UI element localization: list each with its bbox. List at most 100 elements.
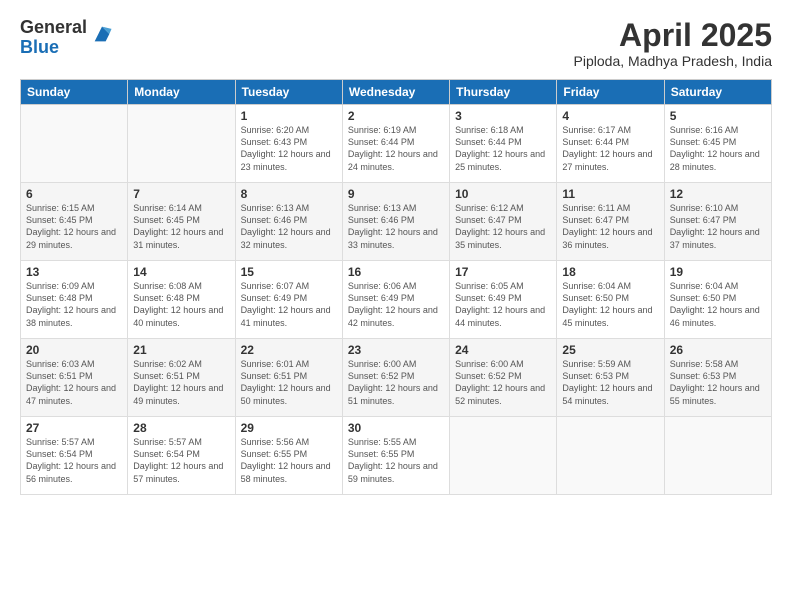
table-row: 3Sunrise: 6:18 AMSunset: 6:44 PMDaylight… bbox=[450, 105, 557, 183]
day-number: 13 bbox=[26, 265, 122, 279]
table-row: 11Sunrise: 6:11 AMSunset: 6:47 PMDayligh… bbox=[557, 183, 664, 261]
table-row: 23Sunrise: 6:00 AMSunset: 6:52 PMDayligh… bbox=[342, 339, 449, 417]
day-info: Sunrise: 6:09 AMSunset: 6:48 PMDaylight:… bbox=[26, 280, 122, 329]
location-subtitle: Piploda, Madhya Pradesh, India bbox=[574, 53, 772, 69]
calendar-week-row: 1Sunrise: 6:20 AMSunset: 6:43 PMDaylight… bbox=[21, 105, 772, 183]
day-info: Sunrise: 5:57 AMSunset: 6:54 PMDaylight:… bbox=[26, 436, 122, 485]
day-number: 10 bbox=[455, 187, 551, 201]
day-number: 4 bbox=[562, 109, 658, 123]
table-row: 7Sunrise: 6:14 AMSunset: 6:45 PMDaylight… bbox=[128, 183, 235, 261]
table-row: 14Sunrise: 6:08 AMSunset: 6:48 PMDayligh… bbox=[128, 261, 235, 339]
day-info: Sunrise: 5:55 AMSunset: 6:55 PMDaylight:… bbox=[348, 436, 444, 485]
table-row bbox=[664, 417, 771, 495]
day-number: 30 bbox=[348, 421, 444, 435]
table-row: 8Sunrise: 6:13 AMSunset: 6:46 PMDaylight… bbox=[235, 183, 342, 261]
day-number: 8 bbox=[241, 187, 337, 201]
day-info: Sunrise: 6:00 AMSunset: 6:52 PMDaylight:… bbox=[348, 358, 444, 407]
day-number: 21 bbox=[133, 343, 229, 357]
day-number: 7 bbox=[133, 187, 229, 201]
table-row: 4Sunrise: 6:17 AMSunset: 6:44 PMDaylight… bbox=[557, 105, 664, 183]
day-number: 16 bbox=[348, 265, 444, 279]
day-info: Sunrise: 6:14 AMSunset: 6:45 PMDaylight:… bbox=[133, 202, 229, 251]
table-row: 26Sunrise: 5:58 AMSunset: 6:53 PMDayligh… bbox=[664, 339, 771, 417]
table-row bbox=[128, 105, 235, 183]
day-number: 20 bbox=[26, 343, 122, 357]
day-info: Sunrise: 6:03 AMSunset: 6:51 PMDaylight:… bbox=[26, 358, 122, 407]
col-thursday: Thursday bbox=[450, 80, 557, 105]
day-info: Sunrise: 6:10 AMSunset: 6:47 PMDaylight:… bbox=[670, 202, 766, 251]
day-info: Sunrise: 5:56 AMSunset: 6:55 PMDaylight:… bbox=[241, 436, 337, 485]
day-number: 26 bbox=[670, 343, 766, 357]
col-wednesday: Wednesday bbox=[342, 80, 449, 105]
day-info: Sunrise: 6:01 AMSunset: 6:51 PMDaylight:… bbox=[241, 358, 337, 407]
day-info: Sunrise: 6:18 AMSunset: 6:44 PMDaylight:… bbox=[455, 124, 551, 173]
page: General Blue April 2025 Piploda, Madhya … bbox=[0, 0, 792, 612]
table-row: 16Sunrise: 6:06 AMSunset: 6:49 PMDayligh… bbox=[342, 261, 449, 339]
table-row: 15Sunrise: 6:07 AMSunset: 6:49 PMDayligh… bbox=[235, 261, 342, 339]
day-number: 25 bbox=[562, 343, 658, 357]
day-info: Sunrise: 6:17 AMSunset: 6:44 PMDaylight:… bbox=[562, 124, 658, 173]
table-row: 2Sunrise: 6:19 AMSunset: 6:44 PMDaylight… bbox=[342, 105, 449, 183]
day-info: Sunrise: 6:05 AMSunset: 6:49 PMDaylight:… bbox=[455, 280, 551, 329]
table-row: 19Sunrise: 6:04 AMSunset: 6:50 PMDayligh… bbox=[664, 261, 771, 339]
day-info: Sunrise: 6:19 AMSunset: 6:44 PMDaylight:… bbox=[348, 124, 444, 173]
day-number: 5 bbox=[670, 109, 766, 123]
day-number: 29 bbox=[241, 421, 337, 435]
day-number: 15 bbox=[241, 265, 337, 279]
month-title: April 2025 bbox=[574, 18, 772, 53]
day-info: Sunrise: 6:02 AMSunset: 6:51 PMDaylight:… bbox=[133, 358, 229, 407]
day-info: Sunrise: 5:57 AMSunset: 6:54 PMDaylight:… bbox=[133, 436, 229, 485]
logo-general: General bbox=[20, 17, 87, 37]
table-row: 25Sunrise: 5:59 AMSunset: 6:53 PMDayligh… bbox=[557, 339, 664, 417]
table-row: 1Sunrise: 6:20 AMSunset: 6:43 PMDaylight… bbox=[235, 105, 342, 183]
day-info: Sunrise: 6:16 AMSunset: 6:45 PMDaylight:… bbox=[670, 124, 766, 173]
day-info: Sunrise: 6:04 AMSunset: 6:50 PMDaylight:… bbox=[562, 280, 658, 329]
day-number: 12 bbox=[670, 187, 766, 201]
day-number: 9 bbox=[348, 187, 444, 201]
calendar-header-row: Sunday Monday Tuesday Wednesday Thursday… bbox=[21, 80, 772, 105]
logo-icon bbox=[91, 23, 113, 45]
table-row: 6Sunrise: 6:15 AMSunset: 6:45 PMDaylight… bbox=[21, 183, 128, 261]
day-number: 6 bbox=[26, 187, 122, 201]
day-info: Sunrise: 5:59 AMSunset: 6:53 PMDaylight:… bbox=[562, 358, 658, 407]
day-info: Sunrise: 6:08 AMSunset: 6:48 PMDaylight:… bbox=[133, 280, 229, 329]
logo: General Blue bbox=[20, 18, 113, 58]
day-number: 3 bbox=[455, 109, 551, 123]
logo-blue: Blue bbox=[20, 37, 59, 57]
day-number: 23 bbox=[348, 343, 444, 357]
day-info: Sunrise: 5:58 AMSunset: 6:53 PMDaylight:… bbox=[670, 358, 766, 407]
table-row: 5Sunrise: 6:16 AMSunset: 6:45 PMDaylight… bbox=[664, 105, 771, 183]
table-row bbox=[21, 105, 128, 183]
table-row: 13Sunrise: 6:09 AMSunset: 6:48 PMDayligh… bbox=[21, 261, 128, 339]
day-number: 24 bbox=[455, 343, 551, 357]
day-info: Sunrise: 6:04 AMSunset: 6:50 PMDaylight:… bbox=[670, 280, 766, 329]
calendar-week-row: 13Sunrise: 6:09 AMSunset: 6:48 PMDayligh… bbox=[21, 261, 772, 339]
day-info: Sunrise: 6:00 AMSunset: 6:52 PMDaylight:… bbox=[455, 358, 551, 407]
table-row: 9Sunrise: 6:13 AMSunset: 6:46 PMDaylight… bbox=[342, 183, 449, 261]
table-row: 27Sunrise: 5:57 AMSunset: 6:54 PMDayligh… bbox=[21, 417, 128, 495]
table-row: 18Sunrise: 6:04 AMSunset: 6:50 PMDayligh… bbox=[557, 261, 664, 339]
table-row: 17Sunrise: 6:05 AMSunset: 6:49 PMDayligh… bbox=[450, 261, 557, 339]
title-block: April 2025 Piploda, Madhya Pradesh, Indi… bbox=[574, 18, 772, 69]
col-tuesday: Tuesday bbox=[235, 80, 342, 105]
calendar-week-row: 27Sunrise: 5:57 AMSunset: 6:54 PMDayligh… bbox=[21, 417, 772, 495]
header: General Blue April 2025 Piploda, Madhya … bbox=[20, 18, 772, 69]
day-info: Sunrise: 6:15 AMSunset: 6:45 PMDaylight:… bbox=[26, 202, 122, 251]
table-row: 30Sunrise: 5:55 AMSunset: 6:55 PMDayligh… bbox=[342, 417, 449, 495]
day-number: 17 bbox=[455, 265, 551, 279]
table-row: 29Sunrise: 5:56 AMSunset: 6:55 PMDayligh… bbox=[235, 417, 342, 495]
table-row: 12Sunrise: 6:10 AMSunset: 6:47 PMDayligh… bbox=[664, 183, 771, 261]
day-info: Sunrise: 6:20 AMSunset: 6:43 PMDaylight:… bbox=[241, 124, 337, 173]
table-row: 20Sunrise: 6:03 AMSunset: 6:51 PMDayligh… bbox=[21, 339, 128, 417]
calendar-week-row: 6Sunrise: 6:15 AMSunset: 6:45 PMDaylight… bbox=[21, 183, 772, 261]
day-number: 2 bbox=[348, 109, 444, 123]
day-number: 19 bbox=[670, 265, 766, 279]
logo-text: General Blue bbox=[20, 18, 113, 58]
col-monday: Monday bbox=[128, 80, 235, 105]
col-sunday: Sunday bbox=[21, 80, 128, 105]
day-number: 18 bbox=[562, 265, 658, 279]
table-row: 22Sunrise: 6:01 AMSunset: 6:51 PMDayligh… bbox=[235, 339, 342, 417]
day-info: Sunrise: 6:13 AMSunset: 6:46 PMDaylight:… bbox=[241, 202, 337, 251]
day-info: Sunrise: 6:07 AMSunset: 6:49 PMDaylight:… bbox=[241, 280, 337, 329]
table-row bbox=[450, 417, 557, 495]
